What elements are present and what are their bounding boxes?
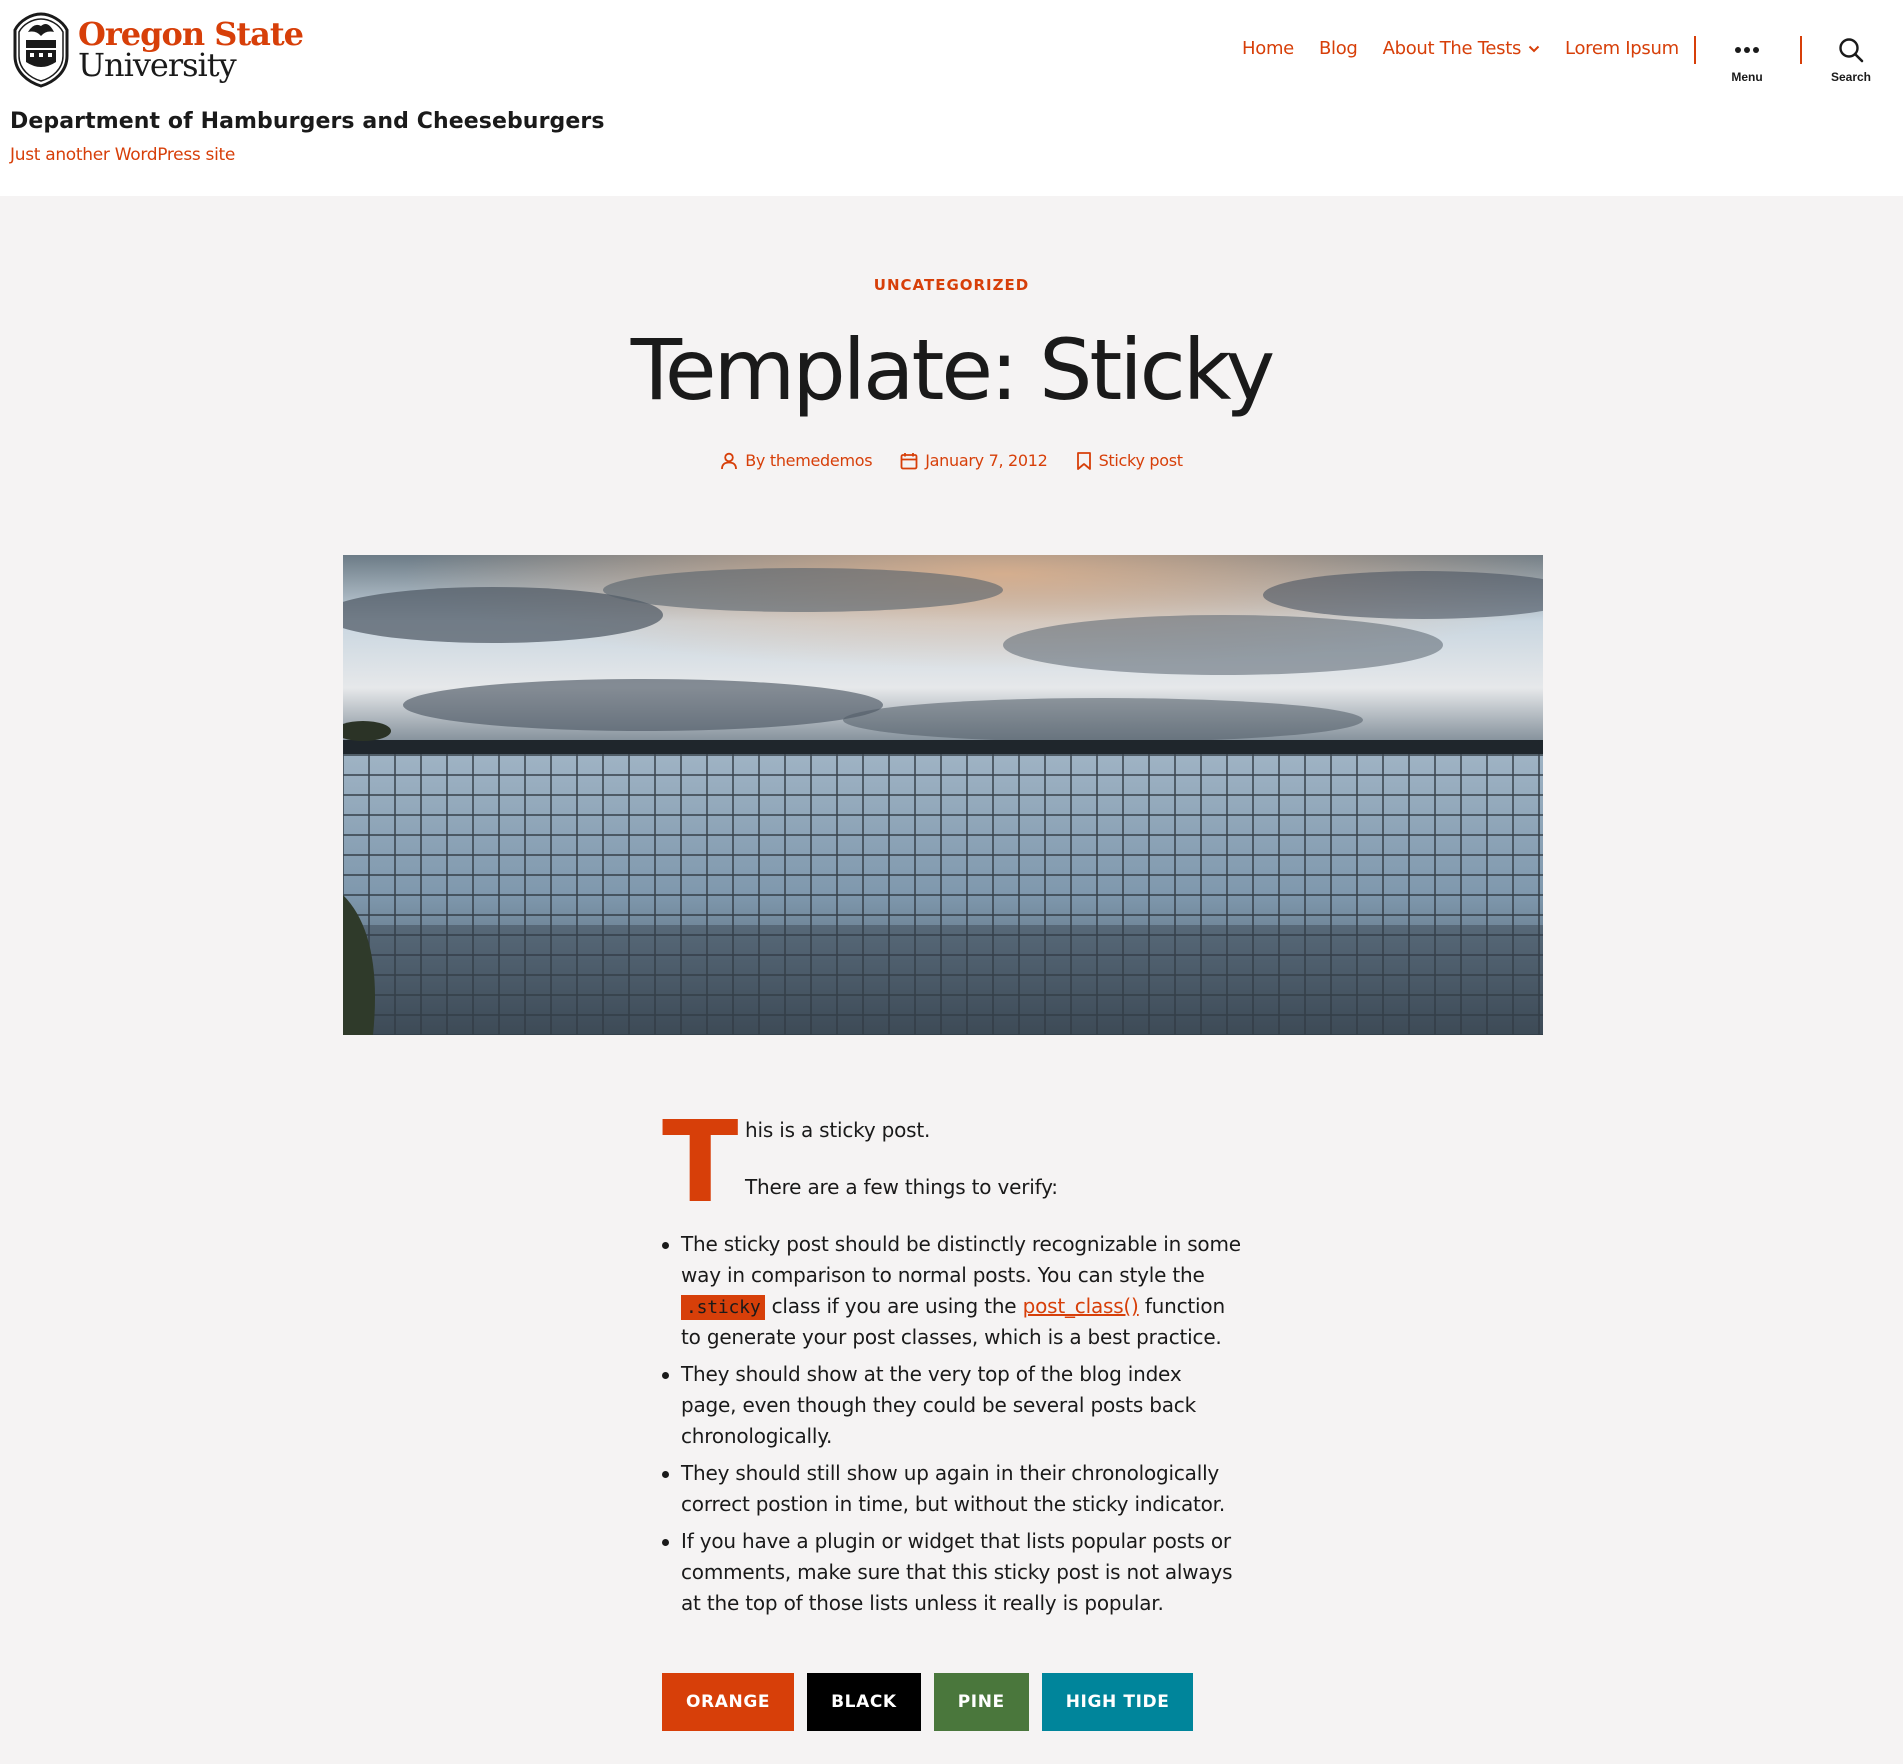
- primary-navigation: Home Blog About The Tests Lorem Ipsum: [1242, 38, 1704, 59]
- post-category: UNCATEGORIZED: [0, 276, 1903, 294]
- user-icon: [721, 452, 738, 469]
- chevron-down-icon: [1528, 45, 1540, 52]
- search-toggle-button[interactable]: Search: [1821, 36, 1881, 84]
- nav-item-home[interactable]: Home: [1242, 38, 1294, 59]
- list-item-text: class if you are using the: [771, 1294, 1017, 1318]
- list-item-text: The sticky post should be distinctly rec…: [681, 1232, 1241, 1287]
- nav-item-about-the-tests[interactable]: About The Tests: [1383, 38, 1540, 59]
- nav-item-lorem-ipsum[interactable]: Lorem Ipsum: [1565, 38, 1679, 59]
- university-logo[interactable]: Oregon State University: [10, 10, 304, 88]
- verify-list: The sticky post should be distinctly rec…: [661, 1229, 1241, 1619]
- verify-paragraph: There are a few things to verify:: [745, 1175, 1058, 1199]
- calendar-icon: [900, 452, 918, 469]
- nav-divider: [1800, 36, 1802, 64]
- list-item: The sticky post should be distinctly rec…: [661, 1229, 1241, 1353]
- intro-paragraph: his is a sticky post.: [745, 1118, 931, 1142]
- post-author[interactable]: By themedemos: [720, 451, 873, 470]
- university-seal-icon: [13, 12, 69, 88]
- bookmark-icon: [1076, 451, 1091, 470]
- orange-button[interactable]: ORANGE: [662, 1673, 795, 1731]
- list-item: They should still show up again in their…: [661, 1458, 1241, 1520]
- logo-line-1: Oregon State: [78, 14, 304, 53]
- list-item: If you have a plugin or widget that list…: [661, 1526, 1241, 1619]
- drop-cap: T: [662, 1098, 739, 1228]
- high-tide-button[interactable]: HIGH TIDE: [1041, 1673, 1194, 1731]
- category-link[interactable]: UNCATEGORIZED: [874, 276, 1029, 294]
- post-date[interactable]: January 7, 2012: [900, 451, 1048, 470]
- post-meta: By themedemos January 7, 2012 Sticky pos…: [0, 451, 1903, 470]
- post-author-label: By themedemos: [745, 451, 873, 470]
- search-icon: [1839, 38, 1864, 63]
- sticky-post-label: Sticky post: [1098, 451, 1183, 470]
- pine-button[interactable]: PINE: [933, 1673, 1029, 1731]
- menu-toggle-label: Menu: [1731, 70, 1763, 84]
- post-class-link[interactable]: post_class(): [1023, 1294, 1139, 1318]
- post-date-label: January 7, 2012: [925, 451, 1048, 470]
- sticky-post-indicator: Sticky post: [1076, 451, 1183, 470]
- post-title: Template: Sticky: [630, 321, 1275, 419]
- menu-toggle-button[interactable]: Menu: [1717, 36, 1777, 84]
- list-item: They should show at the very top of the …: [661, 1359, 1241, 1452]
- site-description: Just another WordPress site: [10, 145, 236, 165]
- featured-image: [343, 555, 1543, 1035]
- logo-line-2: University: [78, 45, 237, 84]
- nav-divider: [1694, 36, 1696, 64]
- search-toggle-label: Search: [1830, 70, 1872, 84]
- inline-code: .sticky: [681, 1295, 766, 1320]
- black-button[interactable]: BLACK: [807, 1673, 921, 1731]
- post-content: T his is a sticky post. There are a few …: [661, 1098, 1241, 1625]
- greenhouse-photo: [343, 555, 1543, 1035]
- nav-item-label: About The Tests: [1382, 38, 1522, 59]
- ellipsis-icon: [1735, 47, 1759, 53]
- nav-item-blog[interactable]: Blog: [1319, 38, 1358, 59]
- color-button-row: ORANGE BLACK PINE HIGH TIDE: [662, 1673, 1206, 1731]
- site-title[interactable]: Department of Hamburgers and Cheeseburge…: [10, 109, 605, 134]
- site-header: Oregon State University Department of Ha…: [0, 0, 1903, 196]
- logo-wordmark: Oregon State University: [78, 14, 304, 84]
